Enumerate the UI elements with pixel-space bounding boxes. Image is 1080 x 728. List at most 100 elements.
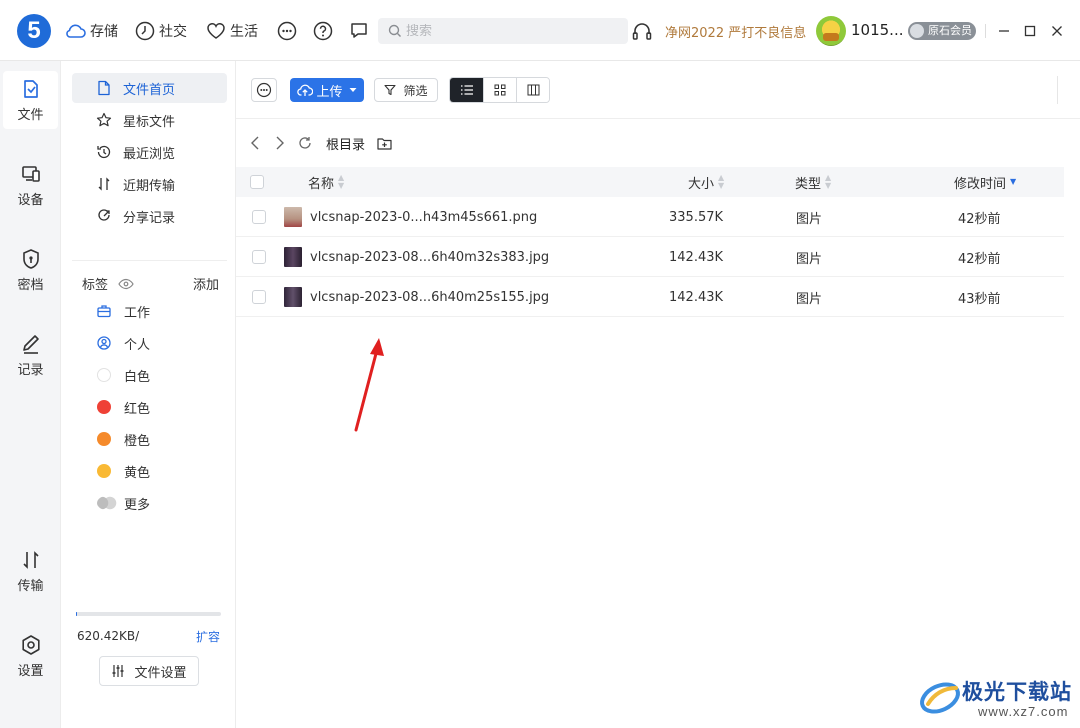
maximize-icon[interactable] xyxy=(1019,20,1041,42)
select-all-checkbox[interactable] xyxy=(250,167,264,197)
rail-label: 密档 xyxy=(17,277,44,293)
row-checkbox[interactable] xyxy=(252,210,266,224)
divider xyxy=(72,260,227,261)
sort-icon: ▲ ▼ xyxy=(338,173,345,190)
divider xyxy=(985,24,986,38)
column-name-header[interactable]: 名称 ▲ ▼ xyxy=(308,167,344,197)
tag-yellow[interactable]: 黄色 xyxy=(97,461,150,481)
file-settings-label: 文件设置 xyxy=(134,665,187,681)
column-modified-header[interactable]: 修改时间 ▼ xyxy=(954,167,1016,197)
sidebar-item-home[interactable]: 文件首页 xyxy=(72,73,227,103)
new-folder-icon[interactable] xyxy=(373,132,395,154)
sidebar-item-label: 分享记录 xyxy=(123,210,176,226)
tag-orange[interactable]: 橙色 xyxy=(97,429,150,449)
nav-storage-label: 存储 xyxy=(90,24,118,40)
close-icon[interactable] xyxy=(1046,20,1068,42)
tag-label: 红色 xyxy=(124,401,151,417)
file-name: vlcsnap-2023-08...6h40m25s155.jpg xyxy=(310,289,550,305)
column-size-header[interactable]: 大小 ▲ ▼ xyxy=(688,167,724,197)
sliders-icon xyxy=(112,665,124,677)
tag-white[interactable]: 白色 xyxy=(97,365,150,385)
breadcrumb-root[interactable]: 根目录 xyxy=(326,134,365,153)
pen-icon xyxy=(22,334,39,354)
column-type-header[interactable]: 类型 ▲ ▼ xyxy=(795,167,831,197)
breadcrumb: 根目录 xyxy=(236,129,1080,157)
username[interactable]: 1015... xyxy=(851,21,903,39)
nav-life[interactable]: 生活 xyxy=(206,20,258,42)
forward-icon[interactable] xyxy=(269,132,291,154)
tags-header: 标签 添加 xyxy=(82,274,219,293)
more-icon xyxy=(256,82,272,98)
file-settings-button[interactable]: 文件设置 xyxy=(99,656,199,686)
vip-badge[interactable]: 原石会员 xyxy=(908,22,976,40)
tag-red[interactable]: 红色 xyxy=(97,397,150,417)
sidebar-item-recent[interactable]: 最近浏览 xyxy=(72,137,227,167)
heart-icon xyxy=(207,23,225,39)
file-size: 142.43K xyxy=(669,289,724,305)
row-checkbox[interactable] xyxy=(252,250,266,264)
storage-text: 620.42KB/ xyxy=(77,629,140,643)
watermark-url: www.xz7.com xyxy=(978,704,1069,719)
help-icon[interactable] xyxy=(312,20,334,42)
sidebar-item-starred[interactable]: 星标文件 xyxy=(72,105,227,135)
rail-item-vault[interactable]: 密档 xyxy=(3,241,58,299)
file-type: 图片 xyxy=(796,291,823,307)
sort-icon: ▲ ▼ xyxy=(718,173,725,190)
search-box[interactable] xyxy=(378,18,628,44)
table-row[interactable]: vlcsnap-2023-0...h43m45s661.png 335.57K … xyxy=(236,197,1064,237)
file-modified: 43秒前 xyxy=(958,291,1001,307)
rail-item-files[interactable]: 文件 xyxy=(3,71,58,129)
sidebar-item-shares[interactable]: 分享记录 xyxy=(72,201,227,231)
caret-down-icon xyxy=(349,88,356,92)
rail-item-devices[interactable]: 设备 xyxy=(3,156,58,214)
grid-view-button[interactable] xyxy=(483,78,516,102)
tag-personal[interactable]: 个人 xyxy=(97,333,150,353)
tag-work[interactable]: 工作 xyxy=(97,301,150,321)
nav-social[interactable]: 社交 xyxy=(135,20,187,42)
rail-item-transfer[interactable]: 传输 xyxy=(3,542,58,600)
header-label: 大小 xyxy=(688,176,715,192)
more-icon[interactable] xyxy=(276,20,298,42)
column-view-button[interactable] xyxy=(516,78,549,102)
more-actions-button[interactable] xyxy=(251,78,277,102)
refresh-icon[interactable] xyxy=(294,132,316,154)
filter-button[interactable]: 筛选 xyxy=(374,78,438,102)
promo-link[interactable]: 净网2022 严打不良信息 xyxy=(665,22,806,41)
color-dot xyxy=(97,496,117,510)
back-icon[interactable] xyxy=(244,132,266,154)
expand-storage-link[interactable]: 扩容 xyxy=(196,628,220,645)
briefcase-icon xyxy=(97,305,111,318)
shield-icon xyxy=(22,248,39,269)
add-tag-button[interactable]: 添加 xyxy=(193,274,219,293)
rail-item-settings[interactable]: 设置 xyxy=(3,627,58,685)
message-icon[interactable] xyxy=(348,20,370,42)
filter-icon xyxy=(384,84,397,96)
list-view-button[interactable] xyxy=(450,78,483,102)
tag-label: 更多 xyxy=(124,497,151,513)
sidebar-item-label: 星标文件 xyxy=(123,114,176,130)
eye-icon[interactable] xyxy=(118,278,134,290)
color-dot xyxy=(97,400,111,414)
upload-button[interactable]: 上传 xyxy=(290,78,364,102)
tag-more[interactable]: 更多 xyxy=(97,493,150,513)
search-input[interactable] xyxy=(406,23,596,39)
transfer-icon xyxy=(98,177,110,191)
left-rail: 文件 设备 密档 记录 传输 设置 xyxy=(0,61,61,728)
app-logo[interactable]: 5 xyxy=(17,14,51,48)
rail-item-notes[interactable]: 记录 xyxy=(3,326,58,384)
title-bar: 5 存储 社交 生活 净网2022 严打不良信息 1015... 原石会员 xyxy=(0,0,1080,61)
headset-icon[interactable] xyxy=(631,20,653,46)
nav-storage[interactable]: 存储 xyxy=(64,20,118,42)
color-dot xyxy=(97,368,111,382)
sidebar-item-transfers[interactable]: 近期传输 xyxy=(72,169,227,199)
tag-label: 黄色 xyxy=(124,465,151,481)
table-row[interactable]: vlcsnap-2023-08...6h40m32s383.jpg 142.43… xyxy=(236,237,1064,277)
file-name: vlcsnap-2023-08...6h40m32s383.jpg xyxy=(310,249,550,265)
table-row[interactable]: vlcsnap-2023-08...6h40m25s155.jpg 142.43… xyxy=(236,277,1064,317)
filter-label: 筛选 xyxy=(403,83,428,98)
watermark-title: 极光下载站 xyxy=(962,681,1072,704)
minimize-icon[interactable] xyxy=(993,20,1015,42)
avatar[interactable] xyxy=(816,16,846,46)
image-thumbnail xyxy=(284,247,302,267)
row-checkbox[interactable] xyxy=(252,290,266,304)
